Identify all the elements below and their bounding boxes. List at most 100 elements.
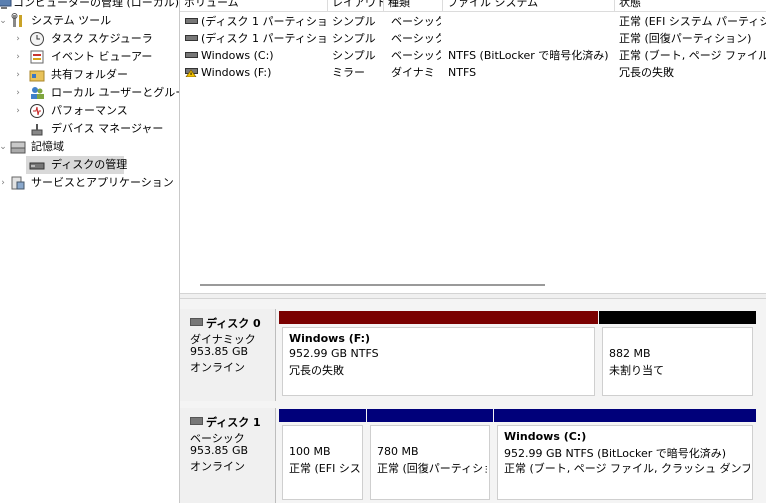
column-header-filesystem[interactable]: ファイル システム	[443, 0, 615, 11]
column-header-type[interactable]: 種類	[384, 0, 443, 11]
storage-icon	[10, 141, 26, 154]
partition-body: Windows (C:) 952.99 GB NTFS (BitLocker で…	[497, 425, 753, 500]
tree-label-performance: パフォーマンス	[51, 104, 128, 117]
volume-type: ベーシック	[391, 49, 441, 62]
volume-layout: シンプル	[332, 32, 376, 45]
tree-label-device-manager: デバイス マネージャー	[51, 122, 164, 135]
volume-icon	[185, 18, 198, 24]
volume-layout: ミラー	[332, 66, 365, 79]
users-icon	[31, 87, 44, 99]
volume-type: ベーシック	[391, 15, 441, 28]
partition-status: 冗長の失敗	[289, 364, 344, 377]
disk-name-text: ディスク 1	[206, 416, 261, 429]
volume-status: 冗長の失敗	[619, 66, 674, 79]
chevron-right-icon[interactable]: ›	[13, 66, 23, 84]
disk-name: ディスク 1	[190, 414, 261, 430]
volume-status: 正常 (回復パーティション)	[619, 32, 752, 45]
volume-row[interactable]: (ディスク 1 パーティション 1) シンプル ベーシック 正常 (EFI シス…	[180, 13, 766, 30]
tree-item-shared-folders[interactable]: › 共有フォルダー	[0, 66, 179, 84]
partition-windows-c[interactable]: Windows (C:) 952.99 GB NTFS (BitLocker で…	[494, 409, 756, 503]
disk-name: ディスク 0	[190, 315, 261, 331]
volume-name: Windows (F:)	[201, 66, 272, 79]
tree-item-task-scheduler[interactable]: › タスク スケジューラ	[0, 30, 179, 48]
disk-name-text: ディスク 0	[206, 317, 261, 330]
disk-state: オンライン	[190, 361, 245, 374]
tree-item-disk-management[interactable]: ディスクの管理	[26, 156, 127, 174]
disk-1-label[interactable]: ディスク 1 ベーシック 953.85 GB オンライン	[180, 408, 276, 503]
volume-icon	[185, 52, 198, 58]
volume-type: ダイナミ	[391, 66, 435, 79]
volume-layout: シンプル	[332, 49, 376, 62]
partition-unallocated[interactable]: 882 MB 未割り当て	[599, 311, 756, 399]
warning-volume-icon	[185, 68, 198, 77]
volume-list-header: ボリューム レイアウト 種類 ファイル システム 状態	[180, 0, 766, 12]
partition-body: 780 MB 正常 (回復パーティション	[370, 425, 490, 500]
partition-status: 正常 (ブート, ページ ファイル, クラッシュ ダンプ, ベーシッ	[504, 462, 750, 475]
chevron-right-icon[interactable]: ›	[13, 84, 23, 102]
tree-label-event-viewer: イベント ビューアー	[51, 50, 153, 63]
tree-item-services[interactable]: › サービスとアプリケーション	[0, 174, 179, 192]
column-header-status[interactable]: 状態	[615, 0, 766, 11]
volume-list: ボリューム レイアウト 種類 ファイル システム 状態 (ディスク 1 パーティ…	[180, 0, 766, 293]
disk-management-icon	[29, 162, 45, 170]
volume-filesystem	[448, 30, 613, 47]
tree-label-task-scheduler: タスク スケジューラ	[51, 32, 153, 45]
tree-item-system-tools[interactable]: ⌄ システム ツール	[0, 12, 179, 30]
volume-row[interactable]: (ディスク 1 パーティション 3) シンプル ベーシック 正常 (回復パーティ…	[180, 30, 766, 47]
partition-recovery[interactable]: 780 MB 正常 (回復パーティション	[367, 409, 493, 503]
partition-detail: 952.99 GB NTFS	[289, 347, 379, 360]
partition-detail: 952.99 GB NTFS (BitLocker で暗号化済み)	[504, 447, 727, 460]
volume-name: Windows (C:)	[201, 49, 274, 62]
tree-item-event-viewer[interactable]: › イベント ビューアー	[0, 48, 179, 66]
partition-bar	[367, 409, 493, 422]
volume-row[interactable]: Windows (F:) ミラー ダイナミ NTFS 冗長の失敗	[180, 64, 766, 81]
volume-name: (ディスク 1 パーティション 1)	[201, 15, 326, 28]
tools-icon	[11, 13, 22, 27]
disk-size: 953.85 GB	[190, 345, 249, 358]
volume-row[interactable]: Windows (C:) シンプル ベーシック NTFS (BitLocker …	[180, 47, 766, 64]
horizontal-scrollbar-thumb[interactable]	[200, 284, 545, 286]
disk-icon	[190, 318, 203, 326]
tree-label-shared-folders: 共有フォルダー	[51, 68, 128, 81]
partition-bar	[279, 409, 366, 422]
disk-graphical-view: ディスク 0 ダイナミック 953.85 GB オンライン Windows (F…	[180, 299, 766, 503]
tree-item-computer-management[interactable]: コンピューターの管理 (ローカル)	[0, 0, 179, 12]
volume-status: 正常 (ブート, ページ ファイル, クラ	[619, 49, 766, 62]
partition-windows-f[interactable]: Windows (F:) 952.99 GB NTFS 冗長の失敗	[279, 311, 598, 399]
partition-name: Windows (F:)	[289, 332, 371, 345]
chevron-right-icon[interactable]: ›	[0, 174, 8, 192]
chevron-right-icon[interactable]: ›	[13, 102, 23, 120]
navigation-tree: コンピューターの管理 (ローカル) ⌄ システム ツール › タスク スケジュー…	[0, 0, 179, 503]
tree-label-storage: 記憶域	[31, 140, 64, 153]
event-viewer-icon	[30, 50, 44, 64]
disk-0-label[interactable]: ディスク 0 ダイナミック 953.85 GB オンライン	[180, 309, 276, 401]
computer-management-icon	[0, 0, 12, 9]
shared-folder-icon	[29, 70, 45, 82]
disk-state: オンライン	[190, 460, 245, 473]
volume-filesystem: NTFS	[448, 66, 477, 79]
volume-name: (ディスク 1 パーティション 3)	[201, 32, 326, 45]
chevron-down-icon[interactable]: ⌄	[0, 138, 8, 156]
services-icon	[11, 176, 25, 190]
partition-status: 正常 (EFI システ	[289, 462, 360, 475]
column-header-volume[interactable]: ボリューム	[180, 0, 328, 11]
tree-item-local-users[interactable]: › ローカル ユーザーとグループ	[0, 84, 179, 102]
tree-item-device-manager[interactable]: デバイス マネージャー	[0, 120, 179, 138]
partition-efi[interactable]: 100 MB 正常 (EFI システ	[279, 409, 366, 503]
partition-bar	[279, 311, 598, 324]
partition-status: 正常 (回復パーティション	[377, 462, 487, 475]
disk-size: 953.85 GB	[190, 444, 249, 457]
partition-detail: 882 MB	[609, 347, 651, 360]
partition-detail: 780 MB	[377, 445, 419, 458]
column-header-layout[interactable]: レイアウト	[328, 0, 384, 11]
device-manager-icon	[31, 124, 43, 136]
tree-item-storage[interactable]: ⌄ 記憶域	[0, 138, 179, 156]
clock-icon	[30, 32, 44, 46]
tree-item-performance[interactable]: › パフォーマンス	[0, 102, 179, 120]
partition-body: 882 MB 未割り当て	[602, 327, 753, 396]
chevron-down-icon[interactable]: ⌄	[0, 12, 8, 30]
volume-filesystem: NTFS (BitLocker で暗号化済み)	[448, 49, 609, 62]
chevron-right-icon[interactable]: ›	[13, 48, 23, 66]
tree-label-services: サービスとアプリケーション	[31, 176, 174, 189]
chevron-right-icon[interactable]: ›	[13, 30, 23, 48]
